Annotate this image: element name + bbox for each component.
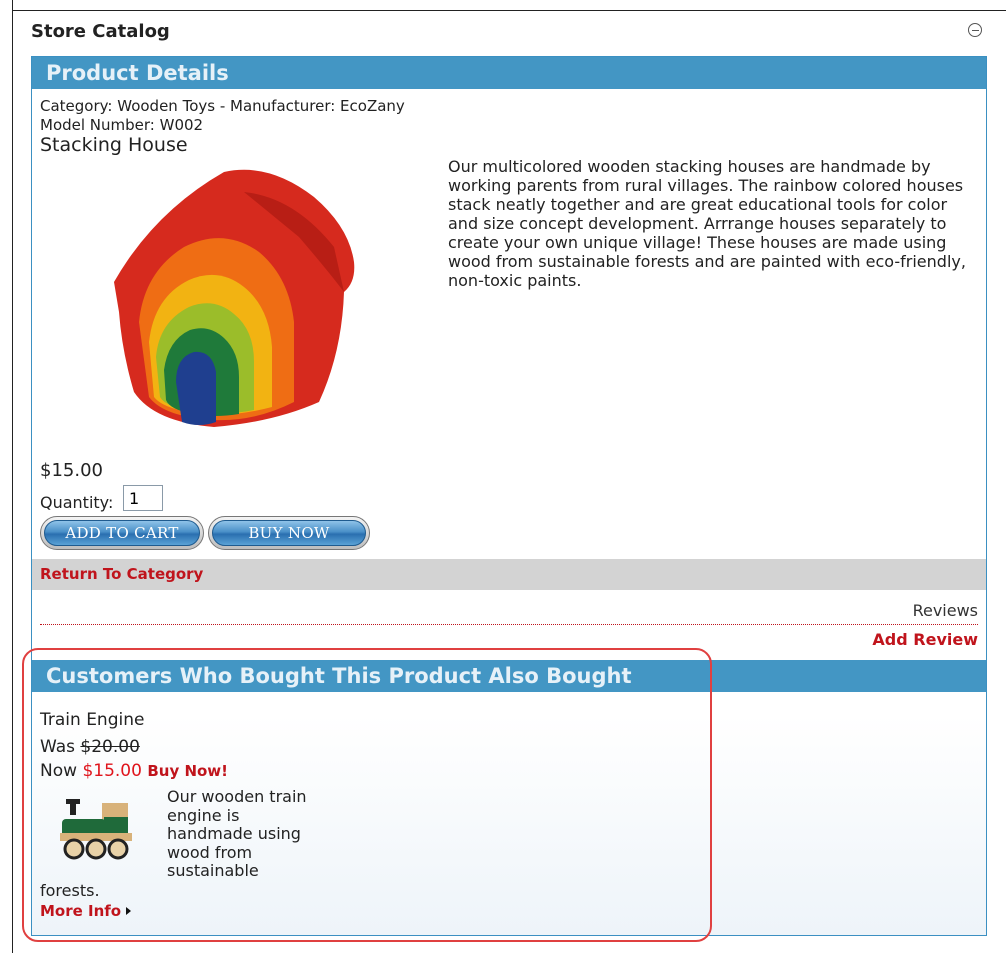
also-bought-description-tail: forests. (40, 881, 100, 900)
add-to-cart-label: ADD TO CART (44, 520, 200, 546)
frame-left-border (12, 0, 13, 953)
more-info-link[interactable]: More Info (40, 902, 132, 920)
model-number: Model Number: W002 (40, 116, 204, 134)
train-engine-image[interactable] (52, 795, 142, 867)
product-image (94, 152, 384, 452)
category-line: Category: Wooden Toys - Manufacturer: Ec… (40, 97, 405, 115)
product-description: Our multicolored wooden stacking houses … (448, 157, 966, 290)
quantity-input[interactable] (123, 485, 163, 511)
now-price-line: Now $15.00 Buy Now! (40, 761, 228, 781)
quantity-label: Quantity: (40, 493, 114, 512)
also-bought-item-name[interactable]: Train Engine (40, 710, 144, 730)
product-details-panel: Product Details Category: Wooden Toys - … (31, 56, 987, 936)
also-bought-header: Customers Who Bought This Product Also B… (32, 660, 986, 692)
old-price: $20.00 (80, 737, 140, 757)
product-price: $15.00 (40, 460, 103, 481)
collapse-icon[interactable] (968, 23, 982, 37)
product-details-header: Product Details (32, 57, 986, 89)
also-bought-description: Our wooden train engine is handmade usin… (167, 787, 307, 880)
reviews-divider (40, 624, 978, 625)
new-price: $15.00 (82, 761, 142, 781)
blue-house-shape (176, 351, 216, 425)
buy-now-link[interactable]: Buy Now! (147, 762, 228, 780)
reviews-label: Reviews (912, 601, 978, 620)
arrow-right-icon (126, 907, 132, 915)
module-title: Store Catalog (31, 21, 170, 42)
add-review-link[interactable]: Add Review (872, 630, 978, 649)
frame-top-border (12, 10, 1006, 11)
now-label: Now (40, 761, 78, 781)
buy-now-label: BUY NOW (212, 520, 366, 546)
add-to-cart-button[interactable]: ADD TO CART (40, 516, 204, 550)
was-price-line: Was $20.00 (40, 737, 140, 757)
return-to-category-link[interactable]: Return To Category (40, 565, 203, 583)
buy-now-button[interactable]: BUY NOW (208, 516, 370, 550)
return-bar: Return To Category (32, 559, 986, 590)
more-info-label: More Info (40, 902, 122, 920)
was-label: Was (40, 737, 75, 757)
